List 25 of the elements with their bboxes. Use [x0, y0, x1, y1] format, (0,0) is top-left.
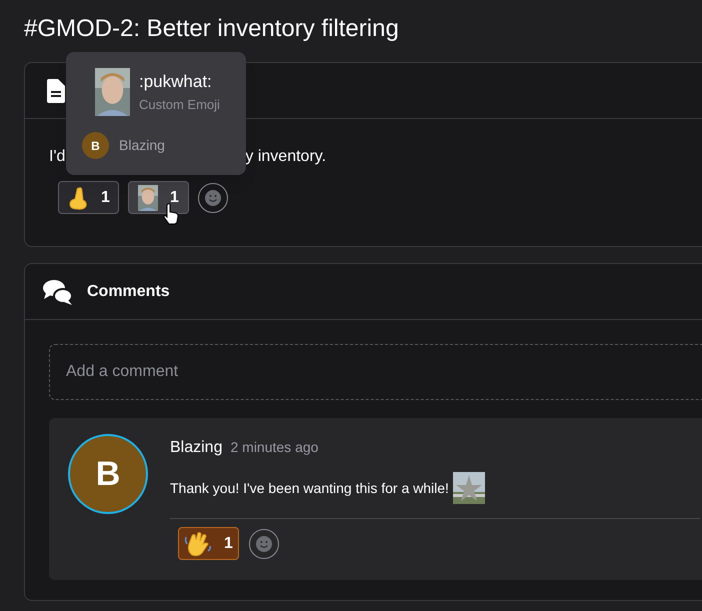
comment-input-field[interactable]: Add a comment	[49, 344, 702, 400]
comment-time: 2 minutes ago	[230, 438, 318, 457]
comment-author: Blazing	[170, 438, 222, 458]
section-title: Comments	[87, 282, 170, 302]
page-title: #GMOD-2: Better inventory filtering	[24, 14, 400, 44]
add-reaction-button[interactable]	[249, 528, 279, 558]
pointer-cursor-icon	[163, 203, 179, 225]
description-text: y inventory.	[245, 147, 326, 167]
emoji-type: Custom Emoji	[139, 96, 220, 114]
waving-hands-icon	[184, 530, 212, 556]
pinched-hand-icon	[67, 186, 90, 210]
user-avatar: B	[82, 132, 109, 159]
document-icon	[47, 78, 65, 102]
comment-text: Thank you! I've been wanting this for a while!	[170, 478, 449, 498]
smiley-icon	[205, 190, 221, 206]
add-reaction-button[interactable]	[198, 182, 228, 212]
reaction-button[interactable]: 1	[128, 181, 189, 214]
emoji-name: :pukwhat:	[139, 72, 213, 92]
avatar: B	[68, 434, 148, 514]
speech-bubbles-icon	[43, 278, 73, 306]
reaction-button[interactable]: 1	[58, 181, 119, 214]
smiley-icon	[256, 536, 272, 552]
reaction-button[interactable]: 1	[178, 527, 239, 560]
description-text: I'd	[49, 147, 66, 167]
user-name: Blazing	[119, 136, 165, 155]
